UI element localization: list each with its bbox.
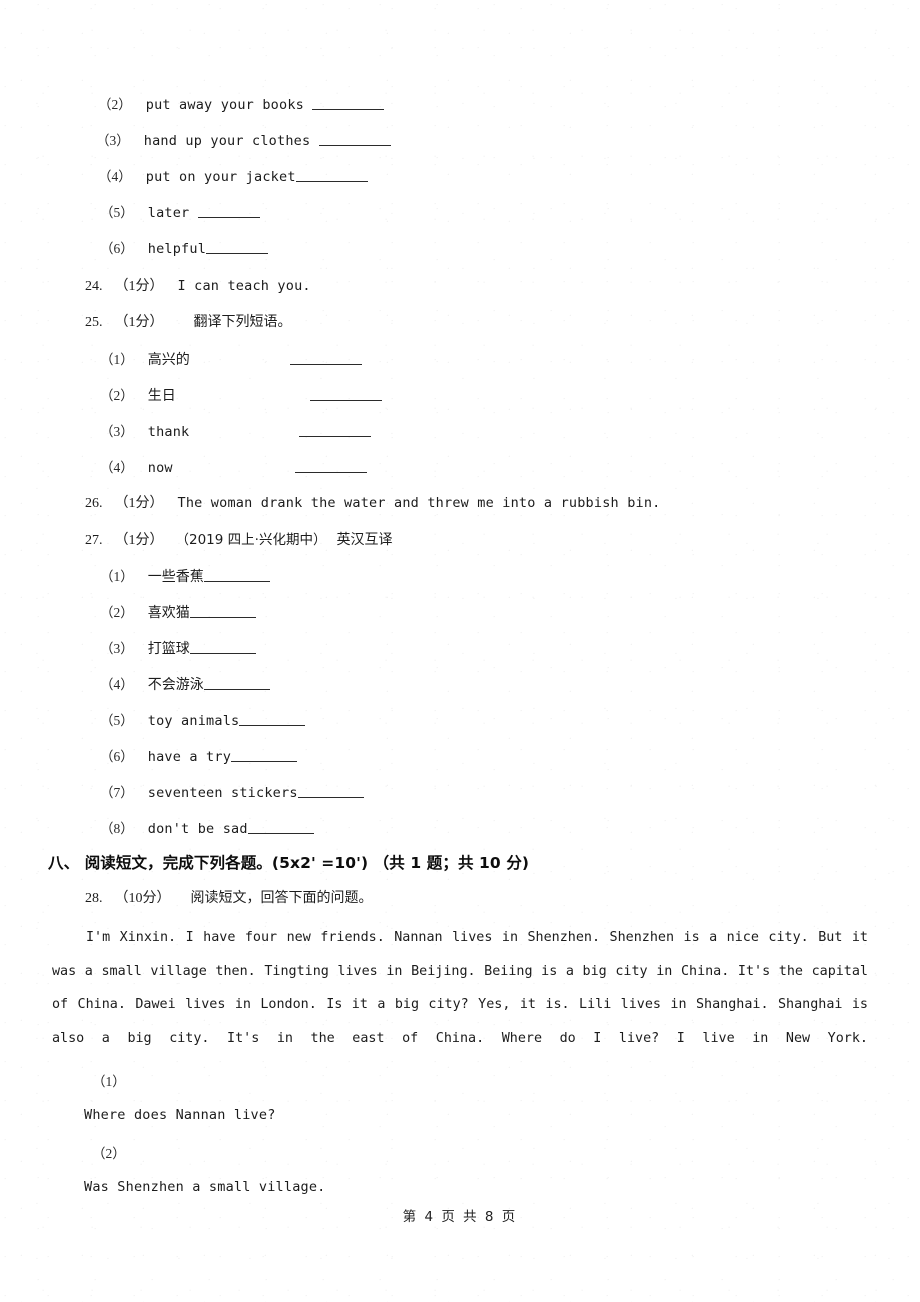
- item-marker: （2）: [100, 605, 134, 620]
- item-text: 一些香蕉: [147, 569, 204, 585]
- answer-blank[interactable]: [309, 385, 382, 401]
- subquestion-text: Was Shenzhen a small village.: [84, 1179, 326, 1195]
- item-text: now: [147, 460, 173, 476]
- item-text: 生日: [147, 388, 176, 404]
- item-text: put on your jacket: [145, 169, 296, 185]
- item-marker: （3）: [96, 133, 130, 148]
- question-score: （1分）: [114, 315, 164, 330]
- question-source: （2019 四上·兴化期中）: [175, 532, 327, 548]
- list-item: （5） toy animals: [100, 709, 306, 730]
- item-text: hand up your clothes: [143, 133, 319, 149]
- list-item: （4） put on your jacket: [98, 165, 368, 186]
- question-number: 26.: [85, 496, 103, 511]
- answer-blank[interactable]: [203, 674, 270, 690]
- item-marker: （3）: [100, 641, 134, 656]
- item-marker: （1）: [100, 569, 134, 584]
- list-item: （2） put away your books: [98, 93, 385, 114]
- list-item: （6） have a try: [100, 745, 298, 766]
- question-number: 28.: [85, 891, 103, 906]
- item-text: don't be sad: [147, 821, 248, 837]
- item-marker: （3）: [100, 424, 134, 439]
- answer-blank[interactable]: [294, 457, 367, 473]
- item-marker: （2）: [92, 1146, 126, 1161]
- answer-blank[interactable]: [189, 602, 256, 618]
- question-prompt: The woman drank the water and threw me i…: [177, 495, 661, 511]
- list-item: （6） helpful: [100, 237, 269, 258]
- list-item: （8） don't be sad: [100, 817, 314, 838]
- item-text: later: [147, 205, 198, 221]
- subquestion-marker: （1）: [92, 1070, 126, 1091]
- item-marker: （6）: [100, 241, 134, 256]
- answer-blank[interactable]: [312, 94, 385, 110]
- item-marker: （4）: [98, 169, 132, 184]
- item-text: put away your books: [145, 97, 313, 113]
- item-marker: （6）: [100, 749, 134, 764]
- item-text: seventeen stickers: [147, 785, 298, 801]
- page-footer: 第 4 页 共 8 页: [402, 1209, 518, 1225]
- question-25: 25. （1分） 翻译下列短语。: [85, 311, 292, 331]
- subquestion-text: Where does Nannan live?: [84, 1107, 276, 1123]
- subquestion-marker: （2）: [92, 1142, 126, 1163]
- answer-blank[interactable]: [247, 818, 314, 834]
- answer-blank[interactable]: [231, 746, 298, 762]
- list-item: （3） thank: [100, 420, 372, 441]
- reading-passage: I'm Xinxin. I have four new friends. Nan…: [52, 930, 868, 1046]
- list-item: （7） seventeen stickers: [100, 781, 364, 802]
- answer-blank[interactable]: [203, 566, 270, 582]
- question-number: 27.: [85, 533, 103, 548]
- item-text: toy animals: [147, 713, 240, 729]
- list-item: （3） hand up your clothes: [96, 129, 391, 150]
- question-26: 26. （1分） The woman drank the water and t…: [85, 492, 661, 512]
- item-marker: （4）: [100, 460, 134, 475]
- question-number: 24.: [85, 279, 103, 294]
- item-marker: （7）: [100, 785, 134, 800]
- question-prompt: 阅读短文，回答下面的问题。: [190, 890, 373, 906]
- list-item: （4） now: [100, 456, 367, 477]
- list-item: （1） 一些香蕉: [100, 565, 270, 586]
- question-number: 25.: [85, 315, 103, 330]
- answer-blank[interactable]: [297, 782, 364, 798]
- answer-blank[interactable]: [299, 421, 372, 437]
- question-score: （1分）: [114, 496, 164, 511]
- answer-blank[interactable]: [295, 166, 368, 182]
- item-marker: （1）: [100, 352, 134, 367]
- item-marker: （4）: [100, 677, 134, 692]
- list-item: （5） later: [100, 201, 260, 222]
- item-marker: （2）: [100, 388, 134, 403]
- list-item: （2） 喜欢猫: [100, 601, 256, 622]
- question-prompt: I can teach you.: [177, 278, 311, 294]
- question-prompt: 英汉互译: [336, 532, 393, 548]
- question-28: 28. （10分） 阅读短文，回答下面的问题。: [85, 887, 373, 907]
- answer-blank[interactable]: [197, 202, 260, 218]
- answer-blank[interactable]: [189, 638, 256, 654]
- answer-blank[interactable]: [206, 238, 269, 254]
- item-text: helpful: [147, 241, 207, 257]
- item-marker: （1）: [92, 1074, 126, 1089]
- list-item: （1） 高兴的: [100, 348, 362, 369]
- question-prompt: 翻译下列短语。: [193, 314, 292, 330]
- list-item: （2） 生日: [100, 384, 382, 405]
- exam-page: （2） put away your books （3） hand up your…: [0, 0, 920, 1302]
- question-score: （1分）: [114, 533, 164, 548]
- item-marker: （8）: [100, 821, 134, 836]
- item-text: 打篮球: [147, 641, 190, 657]
- item-text: 喜欢猫: [147, 605, 190, 621]
- item-text: 高兴的: [147, 352, 190, 368]
- list-item: （4） 不会游泳: [100, 673, 270, 694]
- question-24: 24. （1分） I can teach you.: [85, 275, 311, 295]
- question-score: （1分）: [114, 279, 164, 294]
- item-text: have a try: [147, 749, 232, 765]
- question-27: 27. （1分） （2019 四上·兴化期中） 英汉互译: [85, 528, 392, 549]
- item-marker: （2）: [98, 97, 132, 112]
- item-text: 不会游泳: [147, 677, 204, 693]
- answer-blank[interactable]: [239, 710, 306, 726]
- list-item: （3） 打篮球: [100, 637, 256, 658]
- item-marker: （5）: [100, 205, 134, 220]
- answer-blank[interactable]: [318, 130, 391, 146]
- item-marker: （5）: [100, 713, 134, 728]
- item-text: thank: [147, 424, 190, 440]
- answer-blank[interactable]: [289, 349, 362, 365]
- question-score: （10分）: [114, 891, 171, 906]
- section-heading: 八、 阅读短文，完成下列各题。(5x2' =10') （共 1 题；共 10 分…: [48, 854, 530, 872]
